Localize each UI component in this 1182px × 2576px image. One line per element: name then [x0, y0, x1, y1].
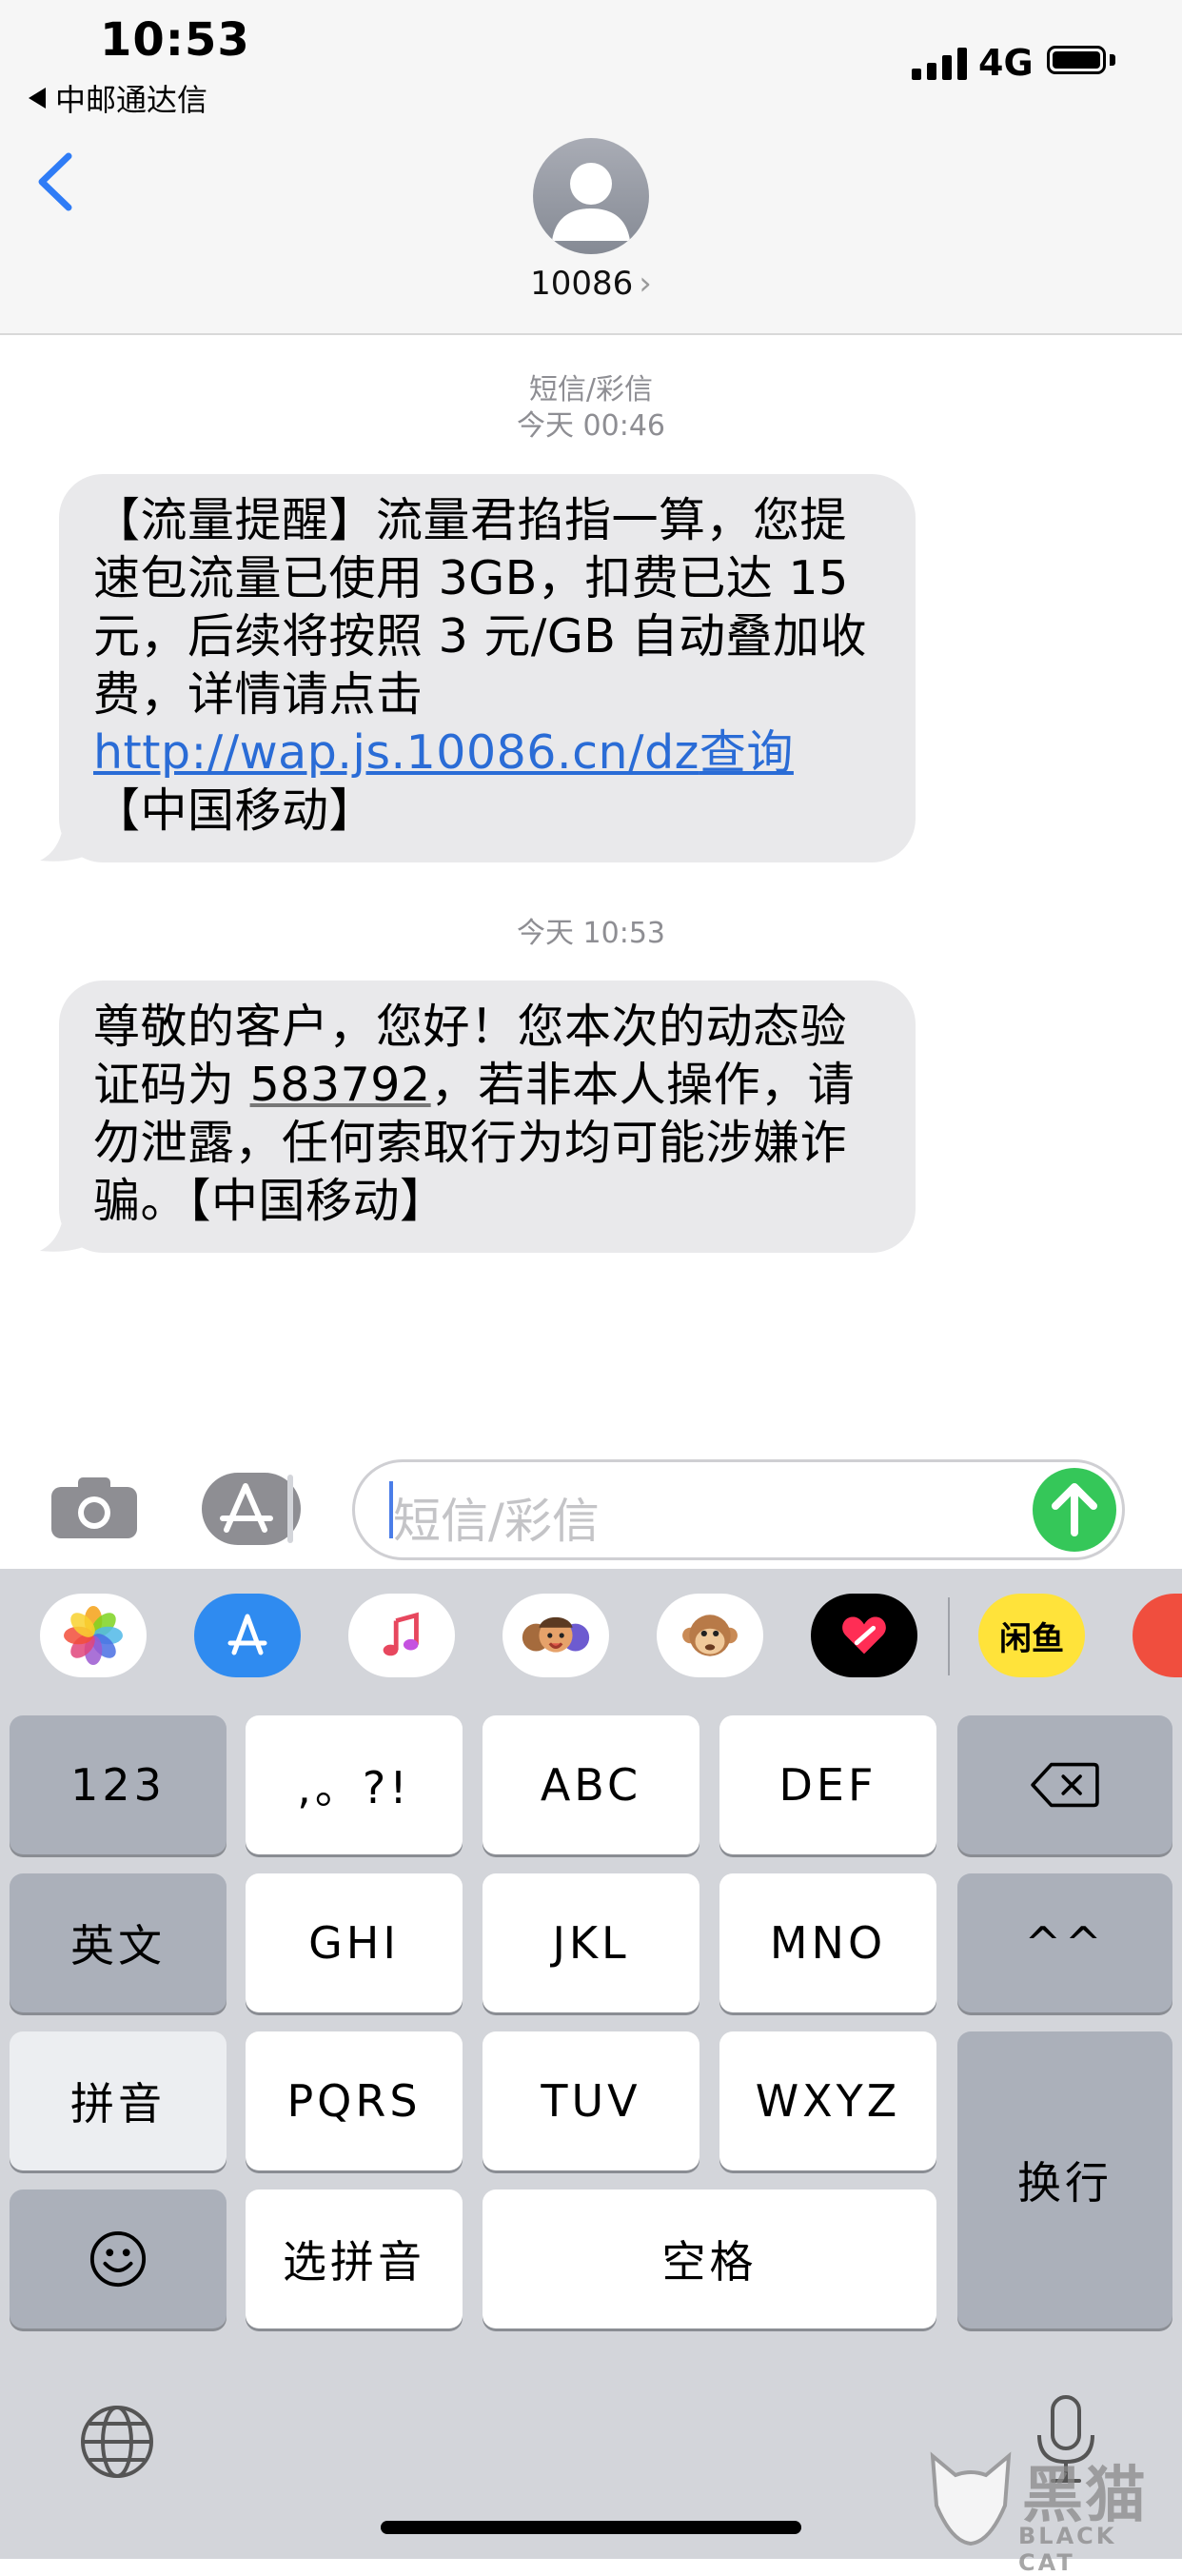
contact-name[interactable]: 10086 › [496, 265, 686, 303]
xianyu-icon: 闲鱼 [999, 1619, 1064, 1658]
key-pinyin[interactable]: 拼音 [10, 2031, 227, 2170]
photos-app-button[interactable] [40, 1594, 147, 1677]
message-1-signature: 【中国移动】 [93, 783, 377, 838]
camera-icon[interactable] [49, 1476, 139, 1540]
battery-nub [1110, 54, 1115, 66]
memoji-icon [522, 1616, 590, 1653]
message-1-link[interactable]: http://wap.js.10086.cn/dz [93, 725, 699, 780]
key-jkl[interactable]: JKL [483, 1873, 699, 2012]
timestamp-first: 今天 00:46 [517, 409, 665, 443]
key-abc[interactable]: ABC [483, 1715, 699, 1854]
battery-icon [1047, 46, 1106, 74]
conversation-header: 10:53 中邮通达信 4G 10086 › [0, 0, 1182, 335]
message-1-text: 【流量提醒】流量君掐指一算，您提速包流量已使用 3GB，扣费已达 15 元，后续… [93, 493, 867, 722]
key-punctuation[interactable]: ,。?! [246, 1715, 463, 1854]
back-chevron-icon[interactable] [34, 150, 76, 213]
xianyu-app-button[interactable]: 闲鱼 [978, 1594, 1085, 1677]
keyboard: 123 ,。?! ABC DEF 英文 GHI JKL MNO ^^ 拼音 PQ… [0, 1714, 1182, 2559]
backspace-icon [1031, 1762, 1099, 1808]
watermark-title: 黑猫 [1022, 2461, 1148, 2531]
globe-icon[interactable] [78, 2403, 156, 2481]
arrow-up-icon [1052, 1483, 1097, 1536]
partial-app-button[interactable] [1133, 1594, 1182, 1677]
contact-number: 10086 [530, 265, 634, 303]
back-app-label: 中邮通达信 [55, 82, 208, 118]
return-key[interactable]: 换行 [957, 2031, 1172, 2328]
key-tuv[interactable]: TUV [483, 2031, 699, 2170]
animoji-icon [682, 1615, 738, 1656]
person-icon [552, 163, 630, 241]
key-mno[interactable]: MNO [719, 1873, 936, 2012]
emoji-key[interactable] [10, 2190, 227, 2328]
watermark-subtitle: BLACK CAT [1018, 2523, 1117, 2576]
key-123[interactable]: 123 [10, 1715, 227, 1854]
app-strip-divider [948, 1597, 950, 1675]
music-app-button[interactable] [348, 1594, 455, 1677]
bubble-tail-1 [40, 809, 91, 862]
back-to-app-link[interactable]: 中邮通达信 [29, 76, 207, 120]
input-placeholder: 短信/彩信 [393, 1494, 600, 1549]
music-icon [383, 1612, 419, 1656]
message-input[interactable]: 短信/彩信 [352, 1459, 1125, 1560]
digital-touch-icon [842, 1616, 886, 1655]
message-bubble-2[interactable]: 尊敬的客户，您好！您本次的动态验证码为 583792，若非本人操作，请勿泄露，任… [59, 981, 916, 1253]
key-wxyz[interactable]: WXYZ [719, 2031, 936, 2170]
key-pqrs[interactable]: PQRS [246, 2031, 463, 2170]
chevron-right-icon: › [639, 265, 652, 303]
timestamp-second: 今天 10:53 [517, 917, 665, 950]
smiley-icon [89, 2230, 147, 2288]
network-type: 4G [978, 42, 1034, 84]
message-type-label: 短信/彩信 [528, 373, 654, 406]
send-button[interactable] [1033, 1468, 1116, 1552]
photos-icon [64, 1606, 123, 1665]
cellular-signal-icon [912, 48, 967, 80]
key-emoticon[interactable]: ^^ [957, 1873, 1172, 2012]
key-english[interactable]: 英文 [10, 1873, 227, 2012]
message-bubble-1[interactable]: 【流量提醒】流量君掐指一算，您提速包流量已使用 3GB，扣费已达 15 元，后续… [59, 474, 916, 862]
back-arrow-icon [29, 88, 46, 109]
memoji-app-button[interactable] [502, 1594, 609, 1677]
app-drawer-icon[interactable] [200, 1471, 303, 1547]
verification-code[interactable]: 583792 [250, 1058, 431, 1112]
app-store-icon [227, 1614, 267, 1655]
key-select-pinyin[interactable]: 选拼音 [246, 2190, 463, 2328]
home-indicator[interactable] [381, 2521, 801, 2534]
delete-key[interactable] [957, 1715, 1172, 1854]
imessage-app-strip: 闲鱼 [0, 1569, 1182, 1714]
digital-touch-button[interactable] [811, 1594, 917, 1677]
message-1-query-link[interactable]: 查询 [699, 725, 794, 780]
animoji-app-button[interactable] [657, 1594, 763, 1677]
contact-avatar[interactable] [533, 138, 649, 254]
key-ghi[interactable]: GHI [246, 1873, 463, 2012]
black-cat-watermark: 黑猫 BLACK CAT [923, 2437, 1182, 2576]
key-def[interactable]: DEF [719, 1715, 936, 1854]
bubble-tail-2 [40, 1199, 91, 1252]
status-time: 10:53 [100, 13, 250, 67]
space-key[interactable]: 空格 [483, 2190, 936, 2328]
app-store-button[interactable] [194, 1594, 301, 1677]
